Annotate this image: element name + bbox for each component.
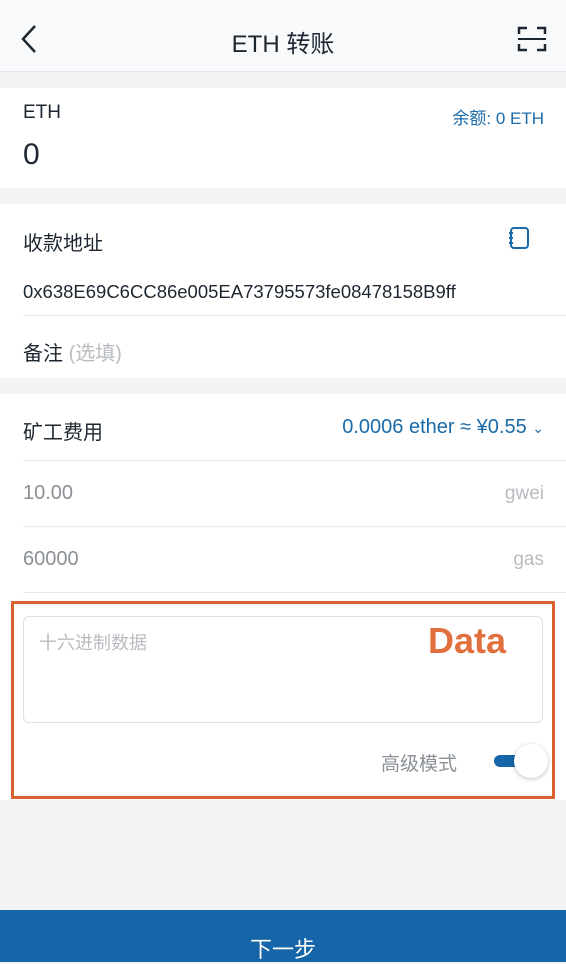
annotation-label: Data <box>428 620 507 661</box>
address-input[interactable]: 0x638E69C6CC86e005EA73795573fe08478158B9… <box>23 281 456 303</box>
gas-limit-unit: gas <box>513 549 544 570</box>
recipient-label: 收款地址 <box>23 233 103 255</box>
amount-section: ETH 余额: 0 ETH 0 <box>0 88 566 188</box>
memo-placeholder: (选填) <box>68 343 122 365</box>
page-title: ETH 转账 <box>231 31 335 58</box>
fee-summary: 0.0006 ether ≈ ¥0.55 <box>342 416 527 438</box>
recipient-section: 收款地址 0x638E69C6CC86e005EA73795573fe08478… <box>0 204 566 378</box>
divider <box>23 526 566 527</box>
token-label: ETH <box>23 102 61 123</box>
divider <box>23 315 566 316</box>
chevron-down-icon: ⌄ <box>532 420 544 436</box>
gas-price-input[interactable]: 10.00 <box>23 482 73 505</box>
divider <box>23 460 566 461</box>
amount-input[interactable]: 0 <box>23 138 40 172</box>
fee-summary-dropdown[interactable]: 0.0006 ether ≈ ¥0.55 ⌄ <box>342 416 544 439</box>
memo-input[interactable]: 备注 (选填) <box>23 337 122 366</box>
gas-limit-input[interactable]: 60000 <box>23 548 79 571</box>
next-button[interactable]: 下一步 <box>0 910 566 962</box>
scan-icon[interactable] <box>517 25 547 53</box>
fee-label: 矿工费用 <box>23 422 103 444</box>
divider <box>23 592 566 593</box>
header: ETH 转账 <box>0 0 566 72</box>
gas-price-unit: gwei <box>504 483 544 504</box>
balance-label: 余额: 0 ETH <box>452 109 544 128</box>
memo-label: 备注 <box>23 343 63 365</box>
address-book-icon[interactable] <box>506 226 530 250</box>
